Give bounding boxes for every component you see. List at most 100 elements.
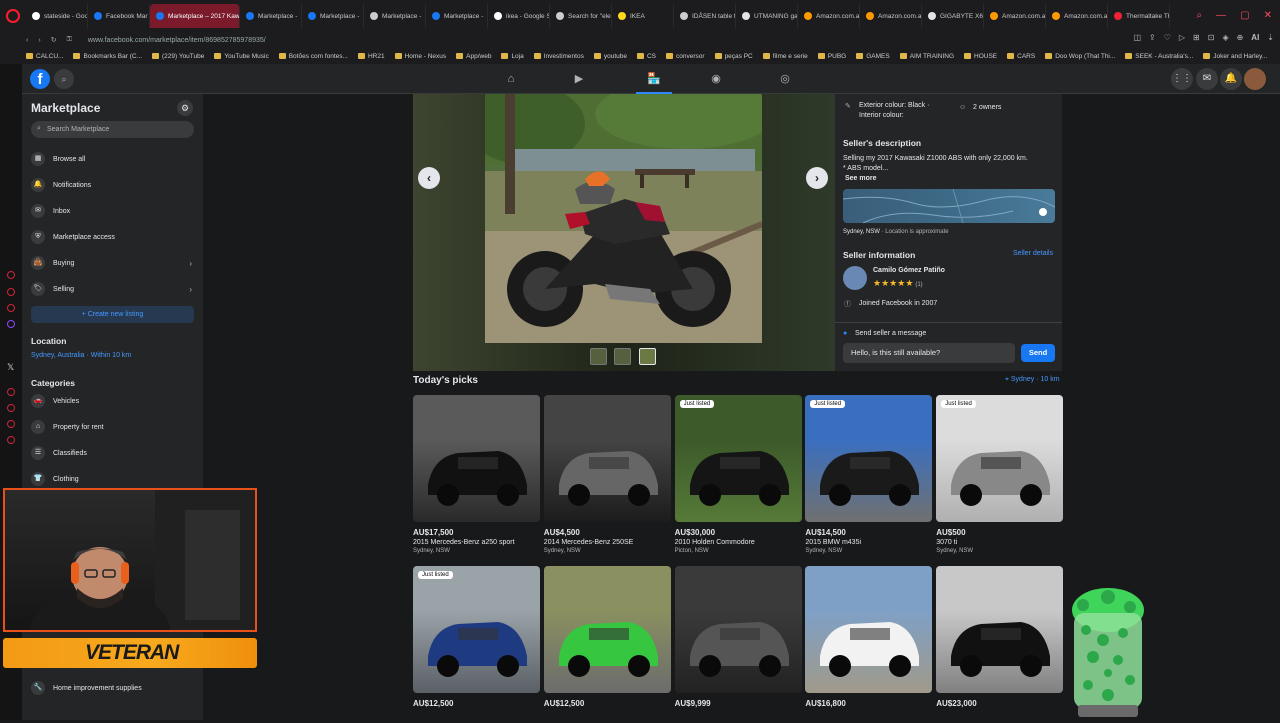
wallet-icon[interactable]: ◈ — [1222, 33, 1228, 42]
bookmark-item[interactable]: HOUSE — [964, 53, 997, 60]
url-field[interactable]: www.facebook.com/marketplace/item/869852… — [88, 37, 266, 44]
messenger-icon[interactable] — [7, 271, 15, 279]
category-classifieds[interactable]: ☰ Classifieds — [31, 442, 194, 464]
forward-icon[interactable]: › — [38, 37, 40, 44]
reload-icon[interactable]: ↻ — [51, 36, 57, 44]
play-icon[interactable]: ▷ — [1179, 33, 1185, 42]
browser-tab[interactable]: Marketplace - — [426, 4, 488, 28]
messenger-icon[interactable]: ✉ — [1196, 68, 1218, 90]
bookmark-item[interactable]: peças PC — [714, 53, 753, 60]
maximize-icon[interactable]: ▢ — [1240, 10, 1249, 21]
browser-tab[interactable]: stateside - Goo — [26, 4, 88, 28]
create-listing-button[interactable]: + Create new listing — [31, 306, 194, 323]
listing-image[interactable]: Just listed — [936, 395, 1064, 522]
menu-icon[interactable]: ⋮⋮ — [1171, 68, 1193, 90]
bookmark-item[interactable]: Joker and Harley... — [1203, 53, 1267, 60]
bookmark-item[interactable]: Home - Nexus — [394, 53, 446, 60]
bookmark-item[interactable]: Doo Wop (That Thi... — [1045, 53, 1115, 60]
search-icon[interactable]: ⌕ — [54, 69, 74, 89]
gaming-icon[interactable]: ◎ — [774, 69, 796, 89]
sidebar-item-buying[interactable]: 👜 Buying › — [31, 252, 194, 274]
browser-tab[interactable]: ikea - Google S — [488, 4, 550, 28]
bookmark-item[interactable]: CALCU... — [26, 53, 63, 60]
opera-logo-icon[interactable] — [6, 9, 20, 23]
heart-icon[interactable]: ♡ — [1164, 33, 1171, 42]
listing-card[interactable]: AU$23,000 — [936, 566, 1064, 708]
listing-image[interactable] — [674, 566, 802, 693]
listing-card[interactable]: AU$16,800 — [805, 566, 933, 708]
browser-tab[interactable]: IDÅSEN table f — [674, 4, 736, 28]
player-icon[interactable] — [7, 404, 15, 412]
bookmark-item[interactable]: SEEK - Australia's... — [1125, 53, 1193, 60]
whatsapp-icon[interactable] — [7, 288, 15, 296]
seller-name[interactable]: Camilo Gómez Patiño — [873, 267, 945, 274]
browser-tab[interactable]: Marketplace - — [364, 4, 426, 28]
bookmark-item[interactable]: conversor — [666, 53, 705, 60]
bookmark-item[interactable]: CARS — [1007, 53, 1035, 60]
video-icon[interactable]: ▶ — [568, 69, 590, 89]
send-button[interactable]: Send — [1021, 344, 1055, 362]
close-icon[interactable]: ✕ — [1264, 10, 1272, 21]
category-property-for-rent[interactable]: ⌂ Property for rent — [31, 416, 194, 438]
sidebar-item-inbox[interactable]: ✉ Inbox — [31, 200, 194, 222]
gear-icon[interactable]: ⚙ — [177, 100, 193, 116]
listing-card[interactable]: AU$17,500 2015 Mercedes-Benz a250 sport Sy… — [413, 395, 540, 554]
browser-tab[interactable]: UTMANING ga — [736, 4, 798, 28]
instagram-icon[interactable] — [7, 304, 15, 312]
minimize-icon[interactable]: — — [1216, 10, 1226, 21]
message-input[interactable]: Hello, is this still available? — [843, 343, 1015, 363]
browser-tab[interactable]: Marketplace - — [302, 4, 364, 28]
search-input[interactable]: Search Marketplace — [31, 121, 194, 138]
listing-image[interactable]: Just listed — [674, 395, 802, 522]
browser-tab[interactable]: Amazon.com.a — [798, 4, 860, 28]
browser-tab[interactable]: Search for "ele — [550, 4, 612, 28]
bookmark-item[interactable]: CS — [636, 53, 656, 60]
browser-tab[interactable]: Thermaltake Th — [1108, 4, 1170, 28]
download-icon[interactable]: ⇣ — [1267, 33, 1274, 42]
history-icon[interactable] — [7, 388, 15, 396]
location-map[interactable] — [843, 189, 1055, 223]
browser-tab[interactable]: GIGABYTE X6 — [922, 4, 984, 28]
browser-tab[interactable]: Amazon.com.a — [984, 4, 1046, 28]
picks-location-link[interactable]: ⌖ Sydney · 10 km — [1005, 376, 1060, 384]
bookmark-item[interactable]: PUBG — [817, 53, 846, 60]
groups-icon[interactable]: ◉ — [705, 69, 727, 89]
sidebar-item-home-improvement[interactable]: 🔧 Home improvement supplies — [31, 678, 191, 698]
camera-icon[interactable]: ◫ — [1133, 33, 1141, 42]
see-more-link[interactable]: See more — [845, 175, 877, 182]
x-icon[interactable]: 𝕏 — [7, 362, 14, 373]
photo-thumbnail[interactable] — [614, 348, 631, 365]
bookmark-item[interactable]: AIM TRAINING — [899, 53, 954, 60]
listing-image[interactable] — [543, 566, 671, 693]
tab-active[interactable]: Marketplace – 2017 Kawa — [150, 4, 240, 28]
browser-tab[interactable]: IKEA — [612, 4, 674, 28]
bookmark-icon[interactable]: ⊡ — [1208, 33, 1215, 42]
category-vehicles[interactable]: 🚗 Vehicles — [31, 390, 194, 412]
bookmark-item[interactable]: YouTube Music — [214, 53, 269, 60]
listing-card[interactable]: AU$12,500 — [543, 566, 671, 708]
marketplace-icon[interactable]: 🏪 — [636, 69, 672, 94]
location-link[interactable]: Sydney, Australia · Within 10 km — [31, 352, 131, 359]
bookmark-item[interactable]: filme e serie — [762, 53, 808, 60]
bookmark-item[interactable]: GAMES — [856, 53, 890, 60]
listing-card[interactable]: Just listed AU$30,000 2010 Holden Commodor… — [674, 395, 802, 554]
listing-card[interactable]: AU$4,500 2014 Mercedes-Benz 250SE Sydney, … — [543, 395, 671, 554]
previous-photo-button[interactable]: ‹ — [418, 167, 440, 189]
listing-card[interactable]: Just listed AU$12,500 — [413, 566, 540, 708]
notifications-icon[interactable]: 🔔 — [1220, 68, 1242, 90]
listing-image[interactable] — [936, 566, 1064, 693]
snapshot-icon[interactable]: ⊞ — [1193, 33, 1200, 42]
listing-card[interactable]: Just listed AU$14,500 2015 BMW m435i Sydney… — [805, 395, 933, 554]
bookmark-item[interactable]: Investimentos — [533, 53, 584, 60]
back-icon[interactable]: ‹ — [26, 37, 28, 44]
extensions-icon[interactable]: ⊕ — [1237, 33, 1244, 42]
listing-image[interactable] — [543, 395, 671, 522]
browser-tab[interactable]: Facebook Mar — [88, 4, 150, 28]
sidebar-item-selling[interactable]: 🏷 Selling › — [31, 278, 194, 300]
picks-location[interactable]: Sydney · 10 km — [1011, 376, 1060, 383]
listing-card[interactable]: AU$9,999 — [674, 566, 802, 708]
bookmark-item[interactable]: HR21 — [357, 53, 385, 60]
twitch-icon[interactable] — [7, 320, 15, 328]
sidebar-item-marketplace-access[interactable]: ⛨ Marketplace access — [31, 226, 194, 248]
bookmark-item[interactable]: Botões com fontes... — [278, 53, 348, 60]
